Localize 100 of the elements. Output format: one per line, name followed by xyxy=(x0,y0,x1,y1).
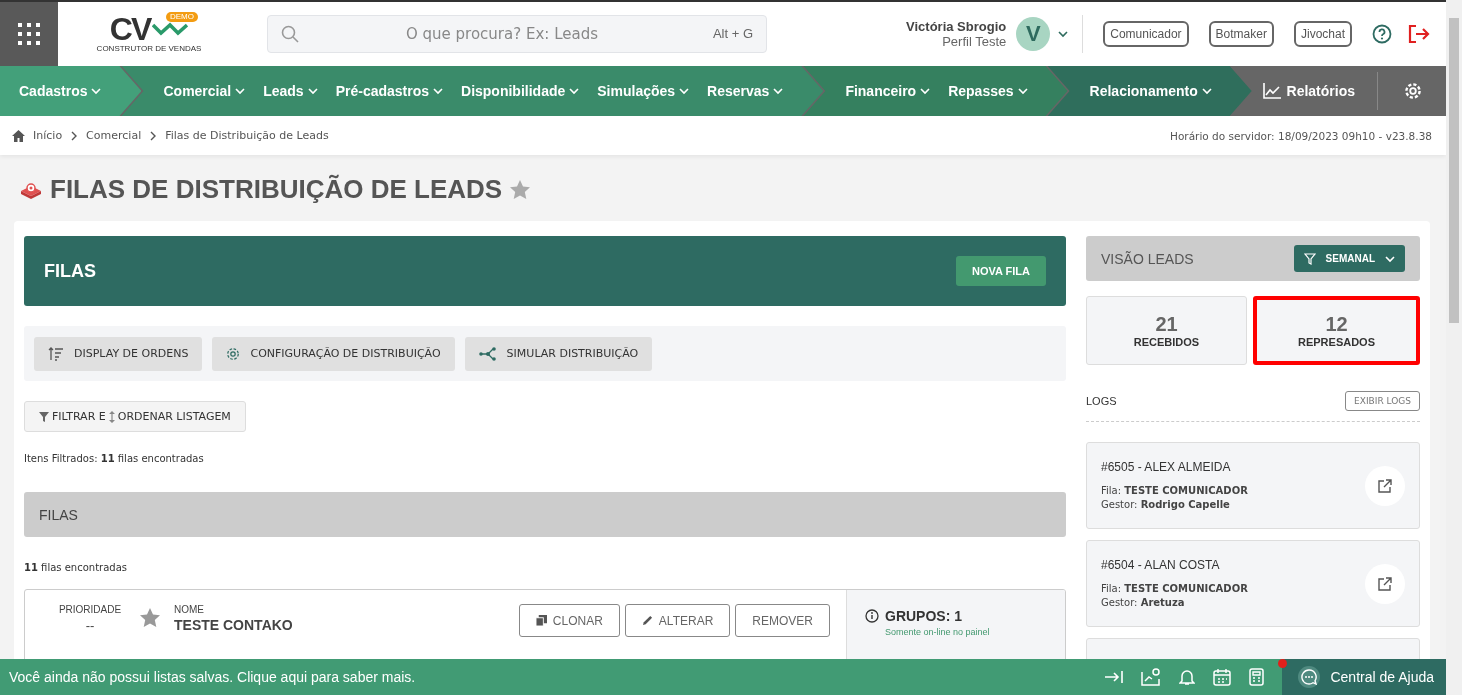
show-logs-button[interactable]: EXIBIR LOGS xyxy=(1345,391,1420,411)
chevron-down-icon xyxy=(773,86,784,96)
chevron-down-icon xyxy=(1017,86,1028,96)
stat-label: REPRESADOS xyxy=(1298,336,1375,348)
toolbar-button[interactable]: SIMULAR DISTRIBUIÇÃO xyxy=(464,336,653,371)
log-manager: Gestor: Aretuza xyxy=(1101,595,1186,610)
list-header: FILAS xyxy=(24,492,1066,537)
shortcut-hint: Alt + G xyxy=(712,26,753,41)
menu-item[interactable]: Relacionamento xyxy=(1089,83,1212,99)
chevron-down-icon xyxy=(235,86,246,96)
search-icon xyxy=(281,25,299,43)
menu-item[interactable]: Comercial xyxy=(163,83,246,99)
copy-icon xyxy=(535,615,547,626)
open-link-button[interactable] xyxy=(1365,465,1405,506)
chevron-down-icon xyxy=(569,86,580,96)
stat-label: RECEBIDOS xyxy=(1133,336,1200,348)
external-link-icon xyxy=(1378,576,1392,591)
name-label: NOME xyxy=(174,604,205,615)
filter-icon xyxy=(39,411,49,422)
chevron-down-icon xyxy=(1201,86,1212,96)
settings-icon[interactable] xyxy=(1404,82,1422,100)
external-link-icon xyxy=(1378,478,1392,493)
breadcrumb-link[interactable]: Comercial xyxy=(86,129,142,142)
chevron-right-icon xyxy=(149,130,158,141)
log-title: #6505 - ALEX ALMEIDA xyxy=(1101,459,1232,474)
chevron-down-icon xyxy=(1385,253,1395,264)
chevron-down-icon xyxy=(307,86,318,96)
calculator-icon[interactable] xyxy=(1249,668,1265,686)
user-avatar[interactable]: V xyxy=(1016,17,1051,51)
found-info: 11 filas encontradas xyxy=(24,562,128,573)
row-action-button[interactable]: REMOVER xyxy=(735,604,830,637)
chevron-down-icon xyxy=(433,86,444,96)
menu-item[interactable]: Financeiro xyxy=(845,83,931,99)
menu-item[interactable]: Repasses xyxy=(948,83,1028,99)
chat-icon xyxy=(1301,669,1318,685)
home-icon xyxy=(12,129,25,142)
panel-title: VISÃO LEADS xyxy=(1101,250,1194,267)
priority-value: -- xyxy=(85,618,95,633)
log-manager: Gestor: Rodrigo Capelle xyxy=(1101,497,1231,512)
period-dropdown[interactable]: SEMANAL xyxy=(1293,245,1405,272)
menu-item[interactable]: Cadastros xyxy=(19,83,102,99)
pencil-icon xyxy=(641,615,653,626)
breadcrumb-link[interactable]: Início xyxy=(33,129,63,142)
bell-icon[interactable] xyxy=(1179,668,1196,686)
grid-icon xyxy=(18,23,40,45)
user-profile: Perfil Teste xyxy=(941,34,1007,49)
network-icon xyxy=(478,346,497,361)
logo[interactable]: CV DEMO CONSTRUTOR DE VENDAS xyxy=(94,10,204,58)
info-icon xyxy=(865,609,879,623)
saved-lists-message[interactable]: Você ainda não possui listas salvas. Clique aqui para saber mais. xyxy=(0,669,416,685)
menu-item[interactable]: Reservas xyxy=(707,83,784,99)
server-time: Horário do servidor: 18/09/2023 09h10 - v23.8.38 xyxy=(1170,129,1433,142)
priority-label: PRIORIDADE xyxy=(58,604,122,615)
line-chart-icon xyxy=(1262,83,1281,99)
page-title: FILAS DE DISTRIBUIÇÃO DE LEADS xyxy=(50,173,503,205)
integration-button[interactable]: Botmaker xyxy=(1208,21,1274,47)
star-icon[interactable] xyxy=(140,608,160,627)
arrow-to-line-icon[interactable] xyxy=(1105,670,1124,684)
integration-button[interactable]: Jivochat xyxy=(1293,21,1352,47)
calendar-icon[interactable] xyxy=(1213,668,1232,686)
star-icon[interactable] xyxy=(510,179,531,199)
row-action-button[interactable]: ALTERAR xyxy=(624,604,731,637)
stat-value: 12 xyxy=(1325,313,1348,336)
breadcrumb-link[interactable]: Filas de Distribuição de Leads xyxy=(165,129,329,142)
toolbar-button[interactable]: DISPLAY DE ORDENS xyxy=(34,336,203,371)
menu-item[interactable]: Simulações xyxy=(597,83,690,99)
toolbar-button[interactable]: CONFIGURAÇÃO DE DISTRIBUIÇÃO xyxy=(212,336,455,371)
row-action-button[interactable]: CLONAR xyxy=(518,604,620,637)
integration-button[interactable]: Comunicador xyxy=(1103,21,1189,47)
help-icon[interactable] xyxy=(1372,24,1392,44)
user-name: Victória Sbrogio xyxy=(906,19,1007,34)
chevron-down-icon xyxy=(1058,29,1069,39)
demo-badge: DEMO xyxy=(166,12,198,22)
new-queue-button[interactable]: NOVA FILA xyxy=(955,256,1046,286)
panel-title: FILAS xyxy=(44,260,96,282)
menu-item[interactable]: Leads xyxy=(263,83,318,99)
chevron-down-icon xyxy=(920,86,931,96)
reports-link[interactable]: Relatórios xyxy=(1262,83,1377,99)
chart-star-icon[interactable] xyxy=(1141,668,1162,686)
logs-title: LOGS xyxy=(1086,395,1117,407)
chevron-down-icon xyxy=(91,86,102,96)
queue-name: TESTE CONTAKO xyxy=(174,617,293,633)
log-queue: Fila: TESTE COMUNICADOR xyxy=(1101,483,1248,498)
menu-item[interactable]: Disponibilidade xyxy=(461,83,580,99)
filter-icon xyxy=(1303,252,1316,265)
filtered-info: Itens Filtrados: 11 filas encontradas xyxy=(24,453,205,464)
sort-icon xyxy=(48,346,64,361)
open-link-button[interactable] xyxy=(1365,563,1405,604)
log-queue: Fila: TESTE COMUNICADOR xyxy=(1101,581,1248,596)
filter-sort-button[interactable]: FILTRAR E ORDENAR LISTAGEM xyxy=(24,401,246,432)
chevron-right-icon xyxy=(70,130,79,141)
gear-icon xyxy=(226,346,241,361)
wave-icon xyxy=(152,21,189,37)
chevron-down-icon xyxy=(679,86,690,96)
menu-item[interactable]: Pré-cadastros xyxy=(335,83,444,99)
stat-value: 21 xyxy=(1155,313,1178,336)
logout-icon[interactable] xyxy=(1408,25,1430,43)
groups-note: Somente on-line no painel xyxy=(885,627,991,637)
logo-tagline: CONSTRUTOR DE VENDAS xyxy=(96,44,202,54)
apps-menu-button[interactable] xyxy=(0,2,58,66)
